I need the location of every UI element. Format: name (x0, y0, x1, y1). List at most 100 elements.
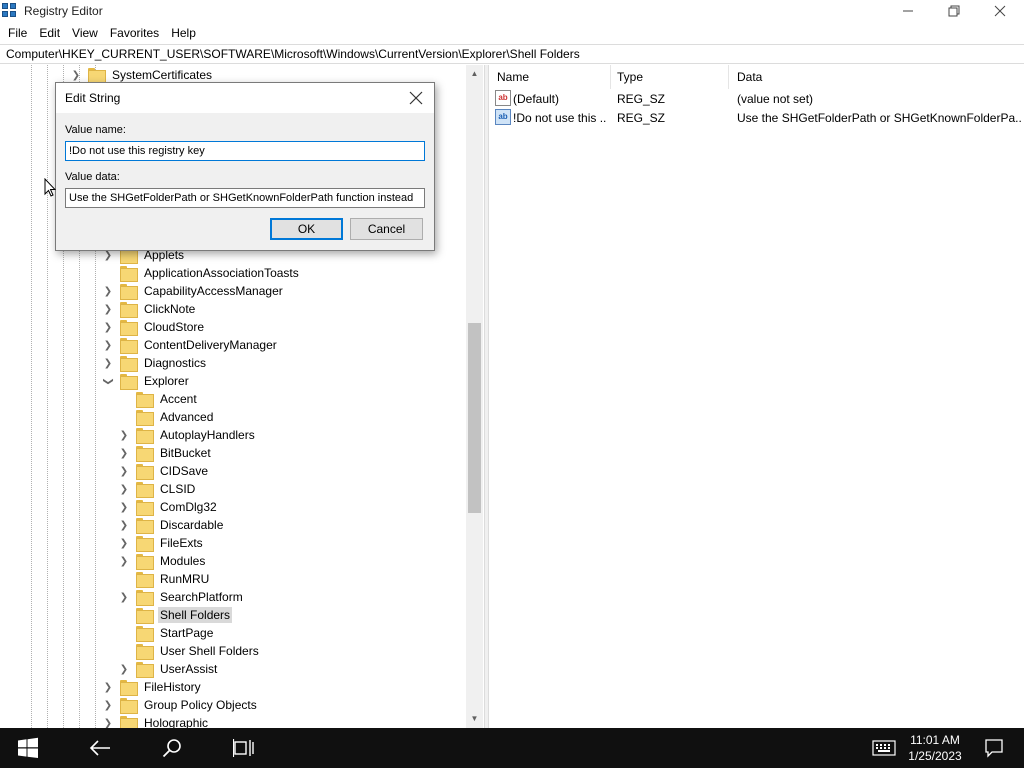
title-bar[interactable]: Registry Editor (0, 0, 1024, 22)
search-button[interactable] (148, 728, 196, 768)
tree-item-shell-folders[interactable]: Shell Folders (118, 606, 233, 624)
chevron-right-icon[interactable]: ❯ (118, 484, 130, 495)
dialog-title-bar[interactable]: Edit String (56, 83, 434, 113)
value-name-label: Value name: (65, 124, 126, 136)
start-button[interactable] (4, 728, 52, 768)
chevron-right-icon[interactable]: ❯ (102, 700, 114, 711)
tree-item-contentdeliverymanager[interactable]: ❯ ContentDeliveryManager (102, 336, 279, 354)
folder-icon (120, 338, 138, 354)
chevron-right-icon[interactable]: ❯ (102, 286, 114, 297)
tree-item-cidsave[interactable]: ❯ CIDSave (118, 462, 210, 480)
tree-scrollbar[interactable]: ▲ ▼ (466, 65, 483, 728)
tree-item-holographic[interactable]: ❯ Holographic (102, 714, 210, 728)
values-list[interactable]: Name Type Data ab (Default) REG_SZ (valu… (489, 65, 1024, 728)
folder-icon (88, 68, 106, 84)
folder-icon (136, 518, 154, 534)
tree-item-capabilityaccessmanager[interactable]: ❯ CapabilityAccessManager (102, 282, 285, 300)
tree-item-runmru[interactable]: RunMRU (118, 570, 211, 588)
chevron-right-icon[interactable]: ❯ (118, 466, 130, 477)
cancel-button[interactable]: Cancel (350, 218, 423, 240)
chevron-right-icon[interactable]: ❯ (102, 682, 114, 693)
menu-help[interactable]: Help (165, 23, 202, 43)
tree-item-clsid[interactable]: ❯ CLSID (118, 480, 197, 498)
tree-item-accent[interactable]: Accent (118, 390, 199, 408)
chevron-right-icon[interactable]: ❯ (102, 340, 114, 351)
tree-item-discardable[interactable]: ❯ Discardable (118, 516, 225, 534)
ok-button[interactable]: OK (270, 218, 343, 240)
dialog-close-button[interactable] (404, 87, 428, 109)
search-icon (162, 739, 181, 758)
menu-view[interactable]: View (66, 23, 104, 43)
notifications-button[interactable] (970, 728, 1018, 768)
value-data-input[interactable] (65, 188, 425, 208)
value-row[interactable]: ab !Do not use this ... REG_SZ Use the S… (489, 109, 1024, 127)
close-button[interactable] (977, 0, 1023, 22)
chevron-right-icon[interactable]: ❯ (102, 304, 114, 315)
folder-icon (136, 536, 154, 552)
chevron-right-icon[interactable]: ❯ (102, 358, 114, 369)
folder-icon (136, 626, 154, 642)
tree-item-group-policy-objects[interactable]: ❯ Group Policy Objects (102, 696, 259, 714)
tree-item-diagnostics[interactable]: ❯ Diagnostics (102, 354, 208, 372)
address-bar[interactable]: Computer\HKEY_CURRENT_USER\SOFTWARE\Micr… (0, 44, 1024, 64)
folder-icon (120, 716, 138, 728)
list-header: Name Type Data (489, 65, 1024, 89)
tree-item-bitbucket[interactable]: ❯ BitBucket (118, 444, 213, 462)
menu-favorites[interactable]: Favorites (104, 23, 165, 43)
value-data-label: Value data: (65, 171, 120, 183)
folder-icon (136, 464, 154, 480)
minimize-button[interactable] (885, 0, 931, 22)
tree-item-cloudstore[interactable]: ❯ CloudStore (102, 318, 206, 336)
chevron-right-icon[interactable]: ❯ (70, 70, 82, 81)
value-name: (Default) (513, 92, 560, 106)
tree-item-explorer[interactable]: ❯ Explorer (102, 372, 191, 390)
tree-item-fileexts[interactable]: ❯ FileExts (118, 534, 205, 552)
tree-guide-line (47, 65, 48, 728)
value-data: Use the SHGetFolderPath or SHGetKnownFol… (737, 111, 1022, 125)
scroll-down-arrow-icon[interactable]: ▼ (466, 710, 483, 727)
chevron-down-icon[interactable]: ❯ (103, 375, 114, 387)
task-view-button[interactable] (220, 728, 268, 768)
chevron-right-icon[interactable]: ❯ (118, 664, 130, 675)
chevron-right-icon[interactable]: ❯ (118, 556, 130, 567)
windows-logo-icon (18, 737, 38, 758)
chevron-right-icon[interactable]: ❯ (118, 430, 130, 441)
tree-item-modules[interactable]: ❯ Modules (118, 552, 207, 570)
chevron-right-icon[interactable]: ❯ (118, 448, 130, 459)
tree-item-applicationassociationtoasts[interactable]: ApplicationAssociationToasts (102, 264, 301, 282)
tree-item-clicknote[interactable]: ❯ ClickNote (102, 300, 197, 318)
tree-item-startpage[interactable]: StartPage (118, 624, 215, 642)
tree-item-filehistory[interactable]: ❯ FileHistory (102, 678, 203, 696)
tree-item-autoplayhandlers[interactable]: ❯ AutoplayHandlers (118, 426, 257, 444)
column-header-name[interactable]: Name (489, 65, 611, 89)
chevron-right-icon[interactable]: ❯ (118, 502, 130, 513)
scroll-up-arrow-icon[interactable]: ▲ (466, 65, 483, 82)
tree-scrollbar-thumb[interactable] (468, 323, 481, 513)
chevron-right-icon[interactable]: ❯ (118, 592, 130, 603)
back-button[interactable] (76, 728, 124, 768)
chevron-right-icon[interactable]: ❯ (102, 250, 114, 261)
restore-button[interactable] (931, 0, 977, 22)
tree-item-user-shell-folders[interactable]: User Shell Folders (118, 642, 261, 660)
column-header-data[interactable]: Data (729, 65, 1024, 89)
tree-item-advanced[interactable]: Advanced (118, 408, 215, 426)
folder-icon (136, 392, 154, 408)
close-icon (994, 5, 1006, 17)
value-row[interactable]: ab (Default) REG_SZ (value not set) (489, 90, 1024, 108)
menu-file[interactable]: File (2, 23, 33, 43)
chevron-right-icon[interactable]: ❯ (118, 538, 130, 549)
chevron-right-icon[interactable]: ❯ (118, 520, 130, 531)
taskbar-clock[interactable]: 11:01 AM 1/25/2023 (900, 732, 970, 764)
value-type: REG_SZ (617, 111, 666, 125)
minimize-icon (903, 10, 913, 12)
registry-editor-icon (2, 3, 18, 19)
tree-item-searchplatform[interactable]: ❯ SearchPlatform (118, 588, 245, 606)
tree-item-userassist[interactable]: ❯ UserAssist (118, 660, 219, 678)
folder-icon (136, 500, 154, 516)
menu-edit[interactable]: Edit (33, 23, 66, 43)
column-header-type[interactable]: Type (609, 65, 729, 89)
tree-item-comdlg32[interactable]: ❯ ComDlg32 (118, 498, 219, 516)
chevron-right-icon[interactable]: ❯ (102, 322, 114, 333)
value-name-input[interactable] (65, 141, 425, 161)
chevron-right-icon[interactable]: ❯ (102, 718, 114, 729)
